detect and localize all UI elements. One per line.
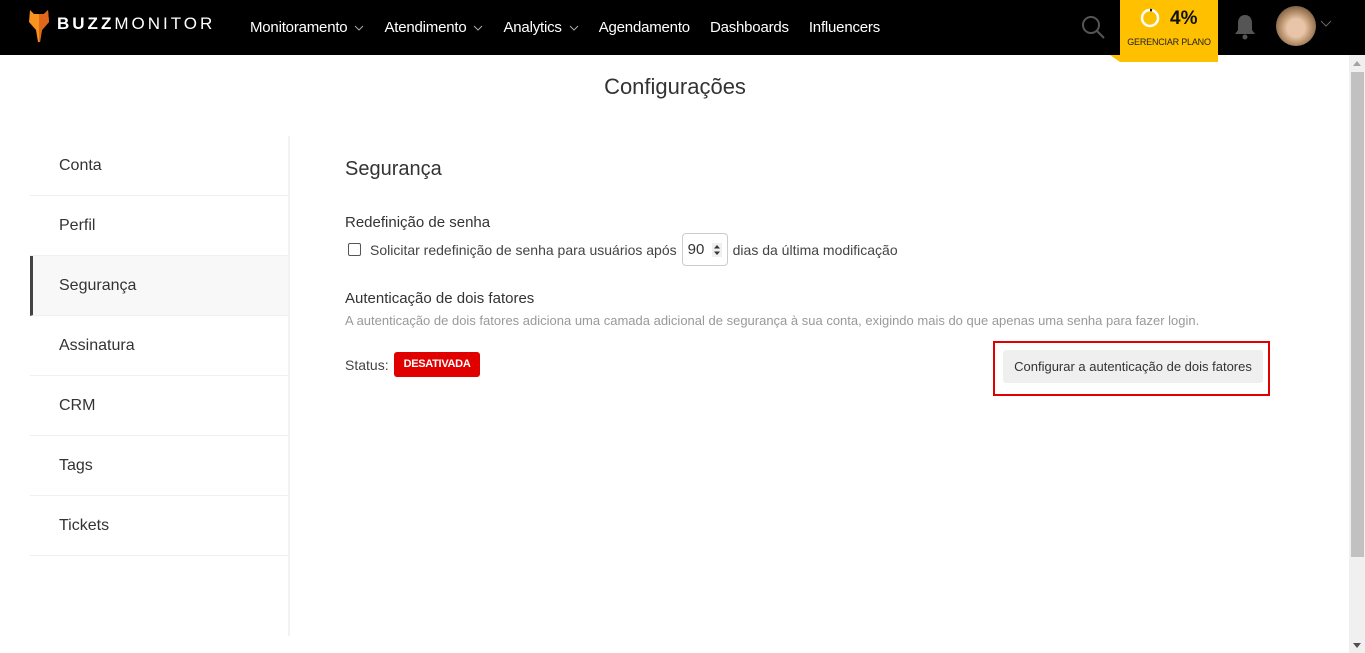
nav-influencers[interactable]: Influencers	[809, 19, 880, 36]
status-label: Status:	[345, 356, 389, 373]
search-icon[interactable]	[1080, 14, 1106, 40]
nav-label: Influencers	[808, 19, 881, 36]
two-factor-description: A autenticação de dois fatores adiciona …	[345, 313, 1200, 328]
two-factor-title: Autenticação de dois fatores	[345, 290, 535, 307]
password-reset-label: Solicitar redefinição de senha para usuá…	[370, 241, 677, 258]
chevron-down-icon	[474, 25, 483, 31]
nav-label: Monitoramento	[250, 19, 348, 36]
sidebar-item-perfil[interactable]: Perfil	[30, 196, 288, 256]
scrollbar-thumb[interactable]	[1351, 72, 1364, 557]
brand-logo[interactable]: BUZZMONITOR	[28, 8, 215, 44]
plan-usage-ring-icon	[1140, 8, 1160, 28]
configure-two-factor-button[interactable]: Configurar a autenticação de dois fatore…	[1003, 350, 1263, 383]
page-title: Configurações	[604, 74, 746, 99]
user-avatar[interactable]	[1276, 6, 1316, 46]
fox-logo-icon	[29, 10, 49, 42]
chevron-down-icon	[355, 25, 364, 31]
password-reset-suffix: dias da última modificação	[732, 241, 898, 258]
days-value: 90	[687, 241, 705, 258]
bell-icon[interactable]	[1233, 13, 1257, 41]
nav-atendimento[interactable]: Atendimento	[384, 19, 483, 36]
manage-plan-label: GERENCIAR PLANO	[1127, 37, 1211, 47]
status-badge: DESATIVADA	[393, 352, 481, 377]
nav-label: Analytics	[503, 19, 562, 36]
days-number-input[interactable]: 90	[681, 233, 728, 266]
sidebar-item-crm[interactable]: CRM	[30, 376, 288, 436]
brand-name: BUZZMONITOR	[57, 13, 216, 33]
nav-agendamento[interactable]: Agendamento	[599, 19, 690, 36]
two-factor-status: Status: DESATIVADA	[345, 352, 481, 377]
nav-analytics[interactable]: Analytics	[503, 19, 579, 36]
chevron-down-icon[interactable]	[1320, 17, 1332, 29]
password-reset-row: Solicitar redefinição de senha para usuá…	[345, 233, 898, 266]
scroll-down-arrow-icon[interactable]	[1349, 637, 1365, 653]
top-navbar: BUZZMONITOR Monitoramento Atendimento An…	[0, 0, 1365, 62]
sidebar-item-tags[interactable]: Tags	[30, 436, 288, 496]
sidebar-item-conta[interactable]: Conta	[30, 136, 288, 196]
plan-usage-percent: 4%	[1170, 8, 1198, 29]
password-reset-checkbox[interactable]	[348, 243, 361, 256]
manage-plan-button[interactable]: 4% GERENCIAR PLANO	[1110, 0, 1218, 62]
chevron-down-icon	[569, 25, 579, 31]
settings-sidebar: Conta Perfil Segurança Assinatura CRM Ta…	[30, 136, 290, 636]
security-panel: Segurança Redefinição de senha Solicitar…	[345, 155, 1275, 377]
sidebar-item-tickets[interactable]: Tickets	[30, 496, 288, 556]
nav-dashboards[interactable]: Dashboards	[710, 19, 789, 36]
password-reset-title: Redefinição de senha	[345, 214, 491, 231]
sidebar-item-assinatura[interactable]: Assinatura	[30, 316, 288, 376]
nav-label: Dashboards	[709, 19, 789, 36]
scroll-up-arrow-icon[interactable]	[1349, 55, 1365, 71]
number-spinner-icon[interactable]	[711, 243, 722, 257]
nav-label: Agendamento	[598, 19, 690, 36]
nav-label: Atendimento	[384, 19, 467, 36]
sidebar-item-seguranca[interactable]: Segurança	[30, 256, 288, 316]
nav-monitoramento[interactable]: Monitoramento	[250, 19, 364, 36]
vertical-scrollbar[interactable]	[1349, 55, 1365, 653]
main-nav: Monitoramento Atendimento Analytics Agen…	[250, 0, 900, 55]
section-title: Segurança	[345, 158, 442, 180]
